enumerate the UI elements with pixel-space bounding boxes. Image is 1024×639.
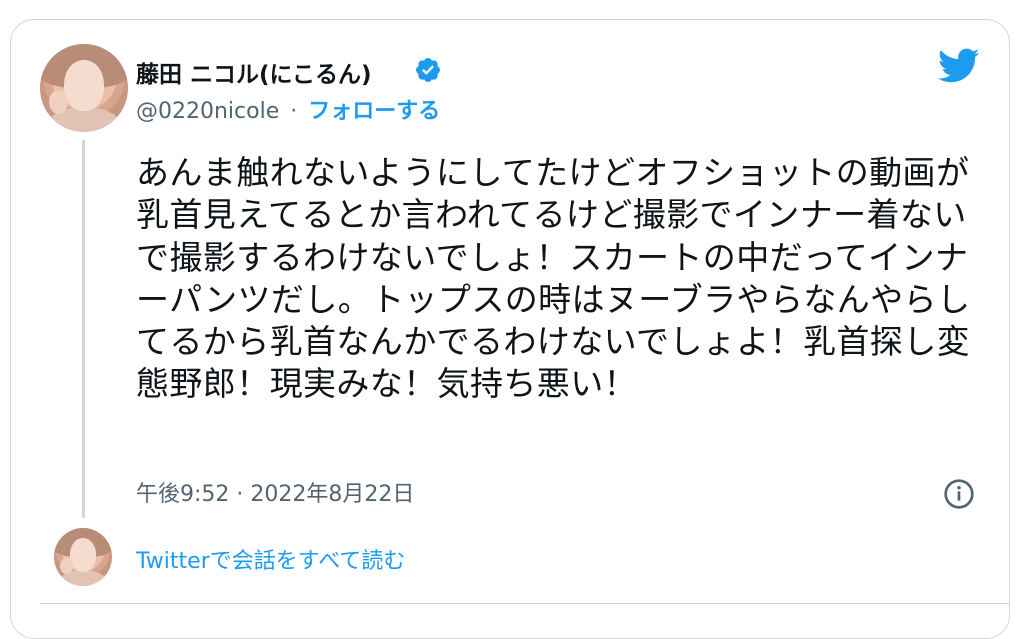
thread-line [82, 140, 85, 518]
divider [40, 603, 1010, 604]
separator-dot: · [290, 99, 298, 124]
info-icon[interactable] [943, 478, 975, 510]
author-handle[interactable]: @0220nicole [136, 99, 279, 124]
tweet-timestamp[interactable]: 午後9:52 · 2022年8月22日 [136, 476, 414, 508]
author-avatar-small[interactable] [54, 528, 112, 586]
author-avatar[interactable] [40, 44, 128, 132]
tweet-text: あんま触れないようにしてたけどオフショットの動画が乳首見えてるとか言われてるけど… [136, 153, 971, 404]
author-display-name[interactable]: 藤田 ニコル(にこるん) [136, 55, 372, 89]
twitter-bird-icon[interactable] [938, 47, 980, 83]
handle-row: @0220nicole · フォローする [136, 93, 440, 125]
follow-button[interactable]: フォローする [308, 99, 440, 124]
verified-badge-icon [416, 58, 440, 82]
read-conversation-link[interactable]: Twitterで会話をすべて読む [136, 543, 405, 575]
